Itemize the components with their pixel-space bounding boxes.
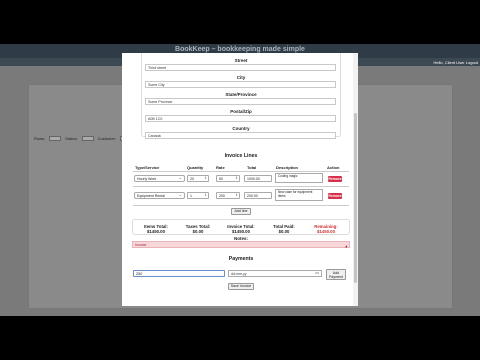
notes-value: Invoice xyxy=(135,243,147,247)
row-divider xyxy=(133,205,349,206)
payment-date-input[interactable]: dd-mm-yy ▭ xyxy=(228,270,322,277)
calendar-icon[interactable]: ▭ xyxy=(315,270,319,276)
row1-type: Hourly Work xyxy=(137,177,157,181)
state-input[interactable]: Some Province xyxy=(145,98,336,105)
total-paid-value: $0.00 xyxy=(278,229,290,234)
filter-a-select[interactable] xyxy=(49,136,62,141)
spinner-icon[interactable]: ⇕ xyxy=(235,193,238,198)
filter-a-label: Rows: xyxy=(34,136,46,141)
filter-c-label: Customer: xyxy=(97,136,117,141)
row2-type-select[interactable]: Equipment Rental ⌄ xyxy=(134,192,185,199)
row2-total-field: 200.00 xyxy=(244,192,272,199)
row1-rate-input[interactable]: 50 ⇕ xyxy=(216,175,240,182)
city-label: City xyxy=(236,75,246,80)
state-label: State/Province xyxy=(225,92,257,97)
row1-total: 1000.00 xyxy=(247,177,260,181)
remaining-value: $1450.00 xyxy=(317,229,335,234)
save-invoice-button[interactable]: Save Invoice xyxy=(228,283,254,290)
items-total-value: $1450.00 xyxy=(147,229,165,234)
row1-remove-button[interactable]: Remove xyxy=(328,176,342,182)
postal-label: Postal/Zip xyxy=(230,109,252,114)
row2-rate: 200 xyxy=(219,194,225,198)
chevron-down-icon: ⌄ xyxy=(178,192,182,197)
taxes-total-value: $0.00 xyxy=(192,229,204,234)
modal-scrollbar[interactable] xyxy=(353,53,358,306)
app-title: BookKeep – bookkeeping made simple xyxy=(175,46,305,53)
row1-quantity: 20 xyxy=(190,177,194,181)
row1-description-input[interactable]: Coding magic xyxy=(275,173,323,183)
header-description: Description xyxy=(276,165,299,170)
row2-type: Equipment Rental xyxy=(137,194,165,198)
add-line-button[interactable]: Add line xyxy=(231,208,251,215)
filter-b-label: Status: xyxy=(65,136,78,141)
row-divider xyxy=(133,186,349,187)
country-input[interactable]: Canada xyxy=(145,132,336,139)
chevron-down-icon: ⌄ xyxy=(178,175,182,180)
user-greeting: Hello, xyxy=(433,60,444,65)
spinner-icon[interactable]: ⇕ xyxy=(204,176,207,181)
invoice-total-value: $1450.00 xyxy=(232,229,250,234)
user-menu[interactable]: Hello, Client User Logout xyxy=(433,60,478,65)
header-rate: Rate xyxy=(216,165,225,170)
resize-handle-icon[interactable]: ◢ xyxy=(345,244,347,249)
row2-quantity: 1 xyxy=(190,194,192,198)
street-label: Street xyxy=(234,58,248,63)
row1-quantity-input[interactable]: 20 ⇕ xyxy=(187,175,209,182)
row2-description-input[interactable]: New case for equipment items xyxy=(275,189,323,201)
payment-amount-input[interactable]: 250 xyxy=(133,270,225,277)
header-total: Total xyxy=(247,165,257,170)
country-label: Country xyxy=(232,126,250,131)
video-frame: BookKeep – bookkeeping made simple Hello… xyxy=(0,0,480,360)
row1-rate: 50 xyxy=(219,177,223,181)
user-name: Client User xyxy=(444,60,465,65)
header-action: Action xyxy=(327,165,340,170)
payments-title: Payments xyxy=(228,256,254,262)
notes-input[interactable]: Invoice ◢ xyxy=(132,241,350,248)
city-input[interactable]: Some City xyxy=(145,81,336,88)
postal-input[interactable]: A0B 1C0 xyxy=(145,115,336,122)
row1-type-select[interactable]: Hourly Work ⌄ xyxy=(134,175,185,182)
payment-date-placeholder: dd-mm-yy xyxy=(231,272,247,276)
spinner-icon[interactable]: ⇕ xyxy=(204,193,207,198)
row2-quantity-input[interactable]: 1 ⇕ xyxy=(187,192,209,199)
filter-b-select[interactable] xyxy=(81,136,94,141)
invoice-lines-title: Invoice Lines xyxy=(224,153,258,159)
street-input[interactable]: Third street xyxy=(145,64,336,71)
row2-total: 200.00 xyxy=(247,194,258,198)
row1-total-field: 1000.00 xyxy=(244,175,272,182)
add-payment-button[interactable]: Add Payment xyxy=(326,269,346,280)
row2-remove-button[interactable]: Remove xyxy=(328,193,342,199)
invoice-modal: Street Third street City Some City State… xyxy=(122,53,358,306)
logout-link[interactable]: Logout xyxy=(466,60,478,65)
header-quantity: Quantity xyxy=(187,165,204,170)
scrollbar-thumb[interactable] xyxy=(354,113,357,283)
header-type: Type/Service xyxy=(135,165,160,170)
row2-rate-input[interactable]: 200 ⇕ xyxy=(216,192,240,199)
header-divider xyxy=(133,171,349,172)
spinner-icon[interactable]: ⇕ xyxy=(235,176,238,181)
background-filters: Rows: Status: Customer: xyxy=(34,136,133,141)
